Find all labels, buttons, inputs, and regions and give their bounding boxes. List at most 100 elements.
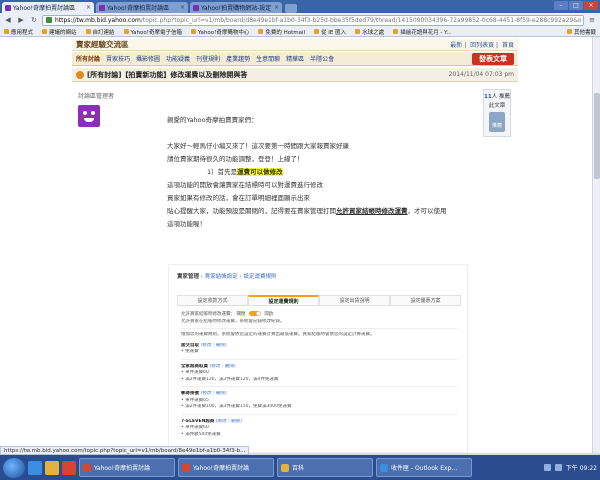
yahoo-favicon-icon bbox=[5, 4, 11, 11]
bookmark-item[interactable]: Yahoo!奇摩購物中心 bbox=[190, 28, 249, 36]
author-name[interactable]: 討論區管理者 bbox=[78, 91, 148, 100]
embed-tab: 設定出貨說明 bbox=[319, 295, 390, 305]
embed-tab: 設定優惠方案 bbox=[390, 295, 461, 305]
folder-icon bbox=[314, 29, 320, 34]
bookmark-item[interactable]: 水球之處 bbox=[355, 28, 384, 36]
reload-icon[interactable]: ↻ bbox=[29, 15, 39, 25]
link-home[interactable]: 首頁 bbox=[502, 42, 514, 49]
post-paragraph: 請位賣家期待很久的功能調整，登登！上線了！ bbox=[167, 155, 304, 163]
embed-intro: 增加您的運費規則，系統會依您設定的運費計算出最低運費，買家結帳時會依您的設定計算… bbox=[181, 332, 375, 337]
close-window-icon[interactable]: × bbox=[584, 1, 598, 10]
page-scrollbar[interactable] bbox=[592, 37, 600, 453]
menu-item-featured[interactable]: 精華區 bbox=[286, 54, 304, 63]
embed-tabs: 設定收款方式 設定運費規則 設定出貨說明 設定優惠方案 bbox=[177, 295, 461, 306]
post-body: 親愛的Yahoo奇摩拍賣賣家們： 大家好～輕馬仔小編又來了！這次要第一時間跟大家… bbox=[167, 114, 497, 231]
folder-icon[interactable] bbox=[45, 460, 59, 475]
bookmark-icon bbox=[42, 29, 48, 34]
browser-tab-2[interactable]: Yahoo!奇摩拍賣討論區 × bbox=[96, 2, 188, 13]
bookmark-icon bbox=[355, 29, 361, 34]
clock[interactable]: 下午 09:22 bbox=[566, 463, 597, 472]
avatar-eye bbox=[83, 111, 87, 115]
bookmark-item[interactable]: 建議的網站 bbox=[42, 28, 77, 36]
minimize-icon[interactable]: – bbox=[554, 1, 568, 10]
avatar-eye bbox=[91, 111, 95, 115]
menu-item-rules[interactable]: 刊登規則 bbox=[196, 54, 220, 63]
new-tab-button[interactable] bbox=[285, 4, 297, 13]
bookmark-icon bbox=[393, 29, 399, 34]
bookmark-item[interactable]: Yahoo!奇摩電子信箱 bbox=[123, 28, 182, 36]
link-back-to-list[interactable]: 回列表頁 bbox=[470, 42, 494, 49]
close-tab-icon[interactable]: × bbox=[180, 4, 185, 11]
avatar-mouth bbox=[84, 118, 94, 122]
bookmark-item[interactable]: 自訂連結 bbox=[85, 28, 115, 36]
avatar[interactable] bbox=[78, 105, 100, 127]
start-button[interactable] bbox=[3, 457, 25, 478]
bookmark-item[interactable]: 應用程式 bbox=[4, 28, 33, 36]
post-date: 2014/11/04 07:03 pm bbox=[448, 71, 514, 78]
system-tray: 下午 09:22 bbox=[543, 463, 597, 472]
url-host: https://tw.mb.bid.yahoo.com bbox=[55, 16, 141, 24]
bookmark-star-icon[interactable]: ☆ bbox=[582, 16, 583, 25]
yahoo-favicon-icon bbox=[99, 4, 105, 11]
menu-item-photo[interactable]: 攝影修圖 bbox=[136, 54, 160, 63]
recommend-count: 11人 推薦 bbox=[484, 94, 510, 100]
taskbar-item[interactable]: 收件匣 - Outlook Exp... bbox=[376, 458, 472, 477]
topic-icon bbox=[76, 70, 84, 79]
volume-icon[interactable] bbox=[554, 464, 562, 471]
site-title[interactable]: 賣家經驗交流區 bbox=[76, 39, 129, 50]
embed-section-line: • 滿2件運費120，滿3件運費120，滿4件免運費 bbox=[181, 376, 279, 382]
embed-section-line: • 滿件數500免運費 bbox=[181, 431, 221, 437]
browser-tab-bar: Yahoo!奇摩拍賣討論區 × Yahoo!奇摩拍賣討論區 × Yahoo!拍賣… bbox=[0, 0, 600, 13]
embed-body: 允許買家結帳時修改運費： 關閉 開啟 允許買家在結帳時修改運費，系統會記錄修改紀… bbox=[181, 311, 457, 438]
back-arrow-icon[interactable]: ◀ bbox=[3, 15, 13, 25]
bookmark-item[interactable]: 免費的 Hotmail bbox=[258, 28, 305, 36]
highlight-text: 運費可以做修改 bbox=[237, 168, 283, 176]
reminder-bold: 允許買家結帳時修改運費 bbox=[336, 207, 408, 215]
category-menu: 所有討論 賣家技巧 攝影修圖 功能疑義 刊登規則 產業趨勢 生意閒聊 精華區 半… bbox=[72, 52, 518, 66]
chrome-icon bbox=[83, 463, 91, 472]
maximize-icon[interactable]: □ bbox=[569, 1, 583, 10]
network-icon[interactable] bbox=[543, 464, 551, 471]
bookmark-icon bbox=[123, 29, 129, 34]
post-article-button[interactable]: 發表文章 bbox=[472, 52, 514, 65]
menu-icon[interactable]: ≡ bbox=[587, 15, 597, 25]
embedded-settings-screenshot: 賣家管理 › 賣家結帳設定 › 設定運費規則 設定收款方式 設定運費規則 設定出… bbox=[168, 264, 468, 453]
close-tab-icon[interactable]: × bbox=[86, 4, 91, 11]
folder-icon bbox=[281, 463, 289, 472]
window-controls: – □ × bbox=[554, 1, 598, 10]
menu-item-chat[interactable]: 生意閒聊 bbox=[256, 54, 280, 63]
outlook-icon bbox=[380, 463, 388, 472]
menu-item-seller-tips[interactable]: 賣家技巧 bbox=[106, 54, 130, 63]
menu-item-all[interactable]: 所有討論 bbox=[76, 54, 100, 63]
embed-toggle-row: 允許買家結帳時修改運費： 關閉 開啟 bbox=[181, 311, 274, 317]
taskbar-item[interactable]: Yahoo!奇摩拍賣討論 bbox=[79, 458, 175, 477]
post-point-1: 1）首先是運費可以做修改 bbox=[207, 168, 283, 176]
menu-item-trends[interactable]: 產業趨勢 bbox=[226, 54, 250, 63]
lock-icon bbox=[46, 17, 52, 23]
taskbar-item[interactable]: Yahoo!奇摩拍賣討論 bbox=[178, 458, 274, 477]
taskbar-item[interactable]: 百科 bbox=[277, 458, 373, 477]
bookmark-item[interactable]: 描繪花語與花月 - Y... bbox=[393, 28, 452, 36]
bookmarks-bar: 應用程式 建議的網站 自訂連結 Yahoo!奇摩電子信箱 Yahoo!奇摩購物中… bbox=[0, 27, 600, 37]
close-tab-icon[interactable]: × bbox=[274, 4, 279, 11]
link-latest[interactable]: 最新 bbox=[450, 42, 462, 49]
browser-tab-1[interactable]: Yahoo!奇摩拍賣討論區 × bbox=[2, 2, 94, 13]
other-bookmarks[interactable]: 其他書籤 bbox=[566, 28, 596, 36]
chrome-icon bbox=[182, 463, 190, 472]
web-page: 賣家經驗交流區 最新 | 回列表頁 | 首頁 所有討論 賣家技巧 攝影修圖 功能… bbox=[0, 37, 592, 453]
browser-tab-3[interactable]: Yahoo!拍賣購物網站-設定 × bbox=[190, 2, 282, 13]
bookmark-item[interactable]: 從 IE 匯入 bbox=[314, 28, 346, 36]
menu-item-features[interactable]: 功能疑義 bbox=[166, 54, 190, 63]
folder-icon bbox=[566, 29, 572, 34]
chrome-icon[interactable] bbox=[62, 460, 76, 475]
browser-tab-label: Yahoo!奇摩拍賣討論區 bbox=[13, 5, 76, 12]
post-greeting: 親愛的Yahoo奇摩拍賣賣家們： bbox=[167, 116, 258, 124]
post-paragraph: 這項功能的開放會讓賣家在結標時可以對運費進行修改 bbox=[167, 181, 323, 189]
address-bar[interactable]: https://tw.mb.bid.yahoo.com /topic.php?t… bbox=[42, 14, 584, 26]
scrollbar-thumb[interactable] bbox=[594, 93, 600, 179]
ie-icon[interactable] bbox=[28, 460, 42, 475]
embed-section-line: • 免運費 bbox=[181, 349, 199, 354]
forward-arrow-icon[interactable]: ▶ bbox=[16, 15, 26, 25]
apps-icon bbox=[4, 29, 9, 34]
menu-item-guild[interactable]: 半隱公會 bbox=[310, 54, 334, 63]
